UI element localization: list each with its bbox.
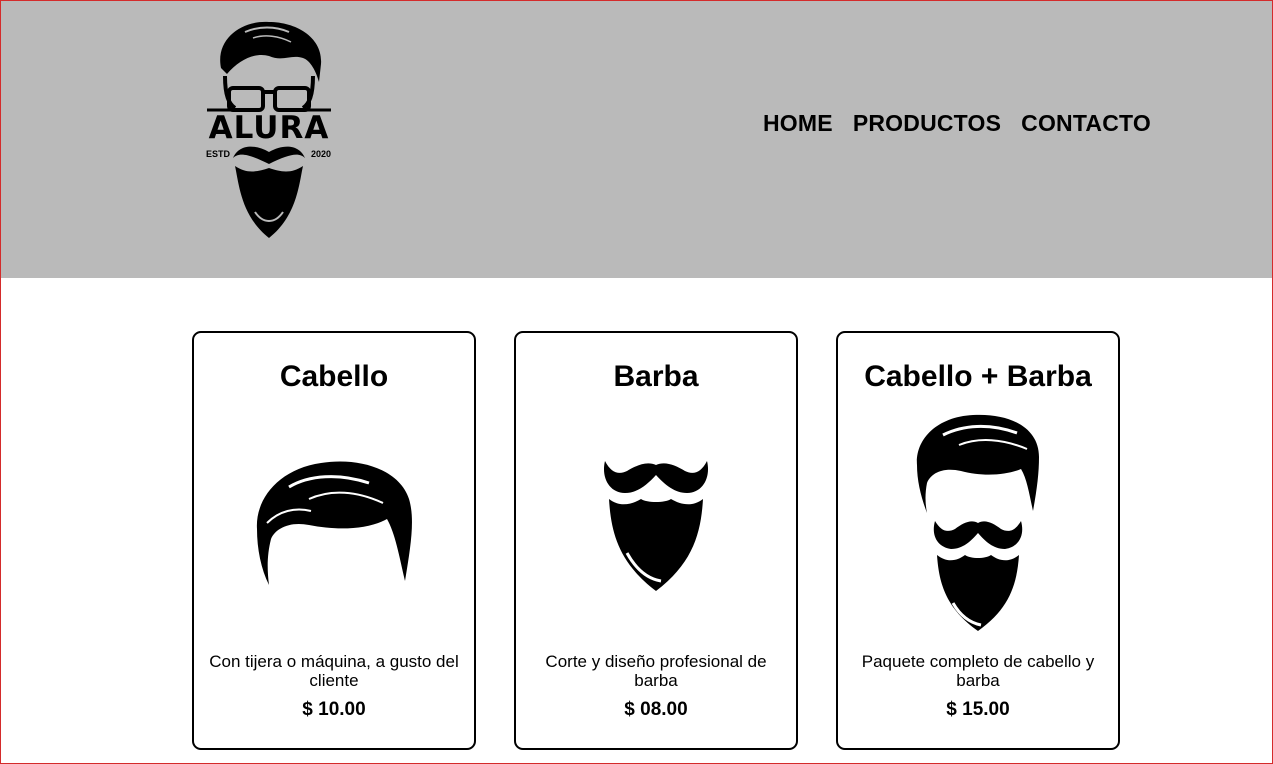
product-card-cabello[interactable]: Cabello Con tijera o máquina, a gusto de… xyxy=(192,331,476,750)
product-card-cabello-barba[interactable]: Cabello + Barba Paquete completo de cabe… xyxy=(836,331,1120,750)
hair-and-beard-icon xyxy=(838,413,1118,633)
nav-home-link[interactable]: HOME xyxy=(763,109,833,137)
product-price: $ 10.00 xyxy=(302,699,366,720)
hair-icon xyxy=(194,459,474,589)
product-title: Barba xyxy=(613,360,699,393)
product-title: Cabello + Barba xyxy=(864,360,1092,393)
product-price: $ 08.00 xyxy=(624,699,688,720)
site-header: ALURA ESTD 2020 HOME PRODUCTOS CONTACTO xyxy=(1,1,1272,278)
product-description: Corte y diseño profesional de barba xyxy=(545,652,767,690)
nav-productos-link[interactable]: PRODUCTOS xyxy=(853,109,1001,137)
main-nav: HOME PRODUCTOS CONTACTO xyxy=(763,109,1151,137)
beard-icon xyxy=(516,453,796,593)
product-card-barba[interactable]: Barba Corte y diseño profesional de barb… xyxy=(514,331,798,750)
logo-estd-text: ESTD xyxy=(206,149,231,159)
nav-contacto-link[interactable]: CONTACTO xyxy=(1021,109,1151,137)
logo-year-text: 2020 xyxy=(311,149,332,159)
product-price: $ 15.00 xyxy=(946,699,1010,720)
logo-brand-text: ALURA xyxy=(208,110,330,146)
product-description: Paquete completo de cabello y barba xyxy=(861,652,1095,690)
product-title: Cabello xyxy=(279,360,389,393)
product-description: Con tijera o máquina, a gusto del client… xyxy=(209,652,459,690)
alura-logo[interactable]: ALURA ESTD 2020 xyxy=(205,16,333,242)
